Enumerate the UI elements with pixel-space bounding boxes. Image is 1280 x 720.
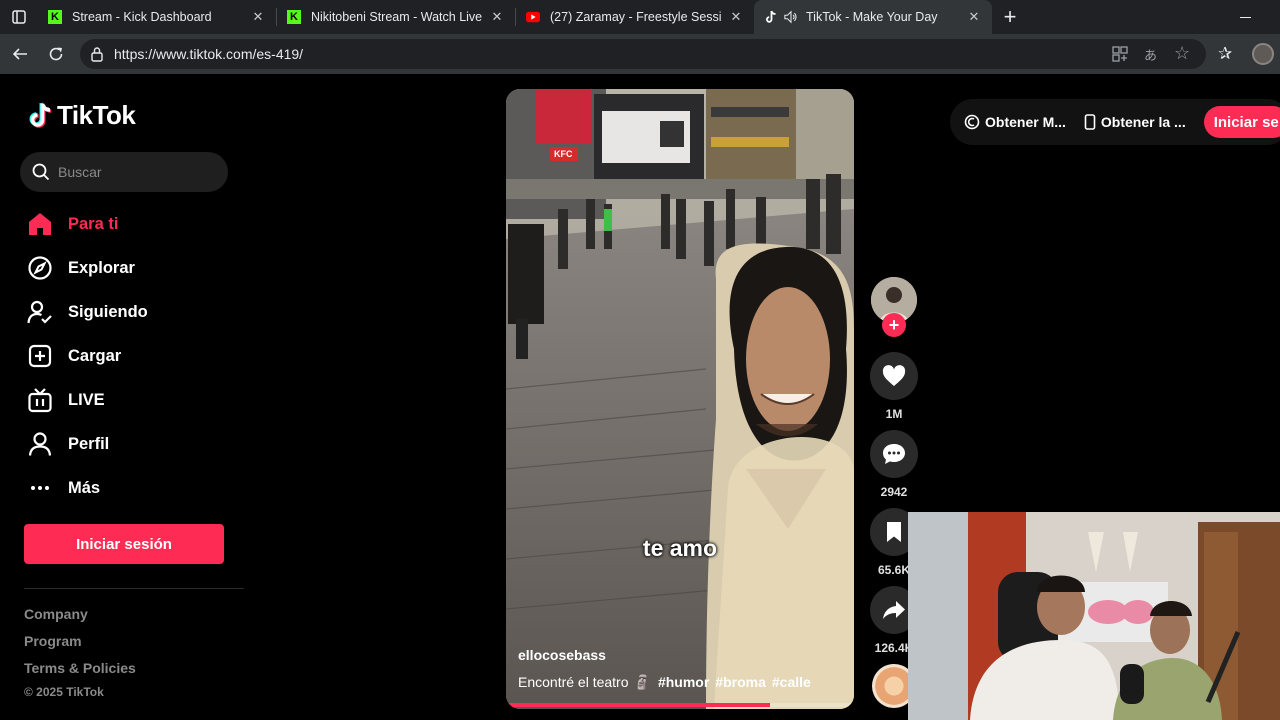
get-coins-link[interactable]: Obtener M... — [964, 114, 1066, 130]
footer-link-company[interactable]: Company — [24, 606, 88, 622]
sidebar-divider — [24, 588, 244, 589]
follow-plus-button[interactable]: + — [882, 313, 906, 337]
sidebar-item-para-ti[interactable]: Para ti — [26, 202, 148, 246]
top-action-bar: Obtener M... Obtener la ... Iniciar se — [950, 99, 1280, 145]
home-icon — [26, 210, 54, 238]
bookmark-icon — [887, 522, 901, 542]
login-button[interactable]: Iniciar sesión — [24, 524, 224, 564]
live-icon — [26, 386, 54, 414]
tab-actions-icon[interactable] — [0, 0, 38, 35]
sidebar-item-explorar[interactable]: Explorar — [26, 246, 148, 290]
speaker-icon[interactable] — [784, 10, 798, 24]
comment-count: 2942 — [880, 485, 908, 499]
back-arrow-icon[interactable] — [2, 36, 38, 72]
site-info-icon[interactable] — [90, 46, 104, 62]
sidebar-item-label: Más — [68, 478, 101, 497]
following-icon — [26, 298, 54, 326]
search-icon — [32, 163, 50, 181]
footer-link-program[interactable]: Program — [24, 633, 82, 649]
like-count: 1M — [885, 407, 903, 421]
logo-text: TikTok — [57, 100, 136, 130]
favorites-icon[interactable]: ✰ — [1218, 44, 1232, 64]
browser-tab[interactable]: K Stream - Kick Dashboard ✕ — [38, 0, 276, 34]
new-tab-icon[interactable]: + — [992, 0, 1028, 35]
get-app-link[interactable]: Obtener la ... — [1084, 114, 1186, 130]
kick-icon: K — [48, 10, 62, 24]
get-app-label: Obtener la ... — [1100, 114, 1186, 130]
kick-icon: K — [287, 10, 301, 24]
share-arrow-icon — [883, 601, 905, 619]
address-bar[interactable]: https://www.tiktok.com/es-419/ あ ☆ — [80, 39, 1206, 69]
compass-icon — [26, 254, 54, 282]
hashtag-link[interactable]: #humor — [658, 674, 709, 691]
sidebar-item-siguiendo[interactable]: Siguiendo — [26, 290, 148, 334]
minimize-icon[interactable] — [1232, 0, 1258, 34]
video-frame-image: KFC — [506, 89, 854, 709]
topbar-login-button[interactable]: Iniciar se — [1203, 106, 1280, 138]
search-box[interactable] — [20, 152, 228, 192]
heart-icon — [882, 365, 906, 386]
browser-tab[interactable]: K Nikitobeni Stream - Watch Live on ✕ — [277, 0, 515, 34]
youtube-icon — [526, 10, 540, 24]
video-author-username[interactable]: ellocosebass — [518, 647, 606, 663]
browser-tab-strip: K Stream - Kick Dashboard ✕ K Nikitobeni… — [0, 0, 1280, 34]
url-text: https://www.tiktok.com/es-419/ — [114, 46, 304, 62]
tiktok-page: TikTok Para ti Explorar Siguiendo — [0, 74, 1280, 720]
video-caption: te amo — [642, 535, 718, 561]
search-input[interactable] — [58, 164, 208, 180]
more-icon — [26, 474, 54, 502]
tab-title: Nikitobeni Stream - Watch Live on — [311, 10, 483, 24]
tab-title: (27) Zaramay - Freestyle Session # — [550, 10, 722, 24]
video-player[interactable]: KFC te amo ellocosebass Encontré el teat… — [506, 89, 854, 709]
tab-title: TikTok - Make Your Day — [806, 10, 938, 24]
get-coins-label: Obtener M... — [985, 114, 1066, 130]
sidebar-item-label: Para ti — [68, 214, 119, 233]
sidebar-item-perfil[interactable]: Perfil — [26, 422, 148, 466]
hashtag-link[interactable]: #calle — [772, 674, 811, 691]
footer-link-terms[interactable]: Terms & Policies — [24, 660, 136, 676]
tiktok-icon — [764, 10, 778, 24]
close-icon[interactable]: ✕ — [489, 9, 505, 25]
app-available-icon[interactable] — [1112, 46, 1128, 65]
translate-icon[interactable]: あ — [1144, 45, 1157, 64]
tab-title: Stream - Kick Dashboard — [72, 10, 212, 24]
close-icon[interactable]: ✕ — [966, 9, 982, 25]
sidebar-item-label: Cargar — [68, 346, 122, 365]
like-button[interactable] — [870, 352, 918, 400]
svg-text:KFC: KFC — [554, 149, 573, 159]
comment-icon — [883, 444, 905, 464]
tiktok-logo-icon — [29, 101, 52, 128]
close-icon[interactable]: ✕ — [728, 9, 744, 25]
coin-icon — [964, 114, 980, 130]
webcam-overlay — [908, 512, 1280, 720]
hashtag-link[interactable]: #broma — [715, 674, 766, 691]
emoji-icon: 🗿 — [634, 674, 652, 690]
phone-icon — [1084, 114, 1096, 130]
sidebar-item-label: Perfil — [68, 434, 110, 453]
browser-tab-active[interactable]: TikTok - Make Your Day ✕ — [754, 0, 992, 34]
sidebar-item-label: Siguiendo — [68, 302, 148, 321]
sidebar-item-live[interactable]: LIVE — [26, 378, 148, 422]
sidebar-item-label: Explorar — [68, 258, 135, 277]
sidebar-item-label: LIVE — [68, 390, 105, 409]
sidebar-nav: Para ti Explorar Siguiendo Cargar LIVE P… — [26, 202, 148, 510]
tiktok-logo[interactable]: TikTok — [26, 100, 136, 131]
video-description: Encontré el teatro 🗿 #humor #broma #call… — [518, 674, 811, 691]
video-progress-fill — [506, 703, 771, 707]
comment-button[interactable] — [870, 430, 918, 478]
close-icon[interactable]: ✕ — [250, 9, 266, 25]
sidebar-item-mas[interactable]: Más — [26, 466, 148, 510]
bookmark-star-icon[interactable]: ☆ — [1174, 43, 1190, 64]
webcam-feed-image — [908, 512, 1280, 720]
profile-avatar-icon[interactable] — [1252, 43, 1274, 65]
video-progress-bar[interactable] — [506, 703, 854, 707]
video-description-text: Encontré el teatro — [518, 674, 629, 690]
profile-icon — [26, 430, 54, 458]
browser-tab[interactable]: (27) Zaramay - Freestyle Session # ✕ — [516, 0, 754, 34]
upload-icon — [26, 342, 54, 370]
sidebar-item-cargar[interactable]: Cargar — [26, 334, 148, 378]
copyright-text: © 2025 TikTok — [24, 685, 104, 699]
reload-icon[interactable] — [38, 36, 74, 72]
